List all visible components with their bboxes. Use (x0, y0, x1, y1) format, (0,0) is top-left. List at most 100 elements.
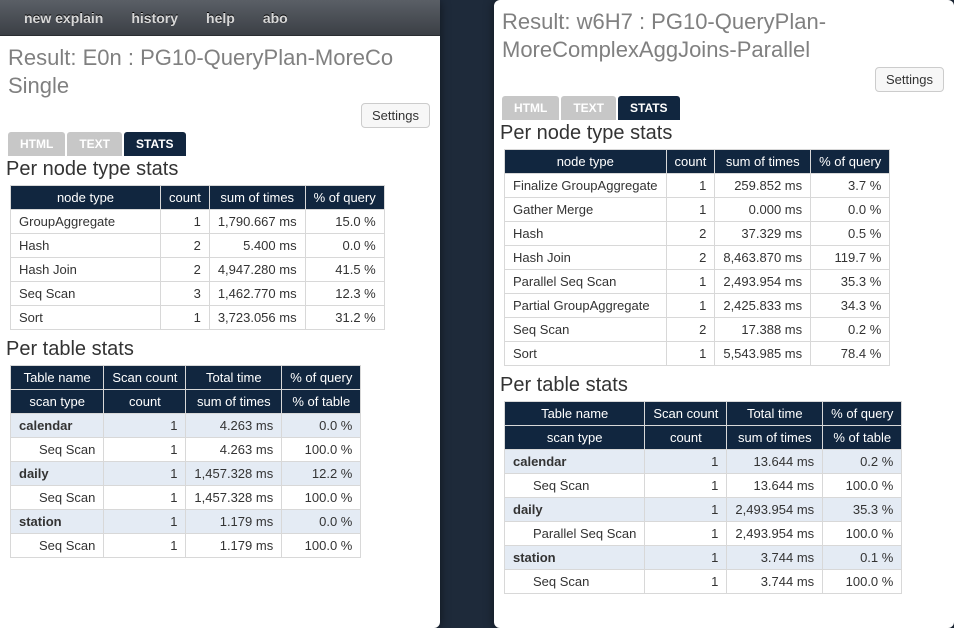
col-scan-count[interactable]: Scan count (645, 402, 727, 426)
cell-count: 3 (161, 282, 210, 306)
node-type-body-right: Finalize GroupAggregate1259.852 ms3.7 %G… (505, 174, 890, 366)
col-node-type[interactable]: node type (505, 150, 667, 174)
table-row: Sort15,543.985 ms78.4 % (505, 342, 890, 366)
cell-count: 2 (161, 258, 210, 282)
settings-button[interactable]: Settings (875, 67, 944, 92)
cell-count: 1 (666, 270, 715, 294)
cell-scan-count: 1 (645, 450, 727, 474)
cell-total-time: 1.179 ms (186, 510, 282, 534)
cell-pct-table: 100.0 % (823, 522, 902, 546)
cell-pct-table: 100.0 % (823, 474, 902, 498)
view-tabs: HTML TEXT STATS (0, 132, 440, 156)
table-row: station13.744 ms0.1 % (505, 546, 902, 570)
table-row: Parallel Seq Scan12,493.954 ms35.3 % (505, 270, 890, 294)
col-pct-table[interactable]: % of table (823, 426, 902, 450)
col-count2[interactable]: count (645, 426, 727, 450)
col-count[interactable]: count (666, 150, 715, 174)
result-panel-right: Result: w6H7 : PG10-QueryPlan-MoreComple… (494, 0, 954, 628)
table-row: station11.179 ms0.0 % (11, 510, 361, 534)
cell-pct-table: 100.0 % (282, 486, 361, 510)
cell-sum: 1,790.667 ms (209, 210, 305, 234)
nav-about[interactable]: abo (249, 4, 302, 32)
cell-total-time: 1,457.328 ms (186, 462, 282, 486)
nav-new-explain[interactable]: new explain (10, 4, 117, 32)
table-row: Seq Scan217.388 ms0.2 % (505, 318, 890, 342)
col-total-time[interactable]: Total time (186, 366, 282, 390)
cell-table-name: daily (11, 462, 104, 486)
tab-text[interactable]: TEXT (561, 96, 616, 120)
node-type-table: node type count sum of times % of query … (504, 149, 890, 366)
cell-pct: 35.3 % (811, 270, 890, 294)
cell-scan-count: 1 (104, 510, 186, 534)
col-sum2[interactable]: sum of times (727, 426, 823, 450)
col-pct[interactable]: % of query (811, 150, 890, 174)
col-pct-query[interactable]: % of query (823, 402, 902, 426)
tab-html[interactable]: HTML (502, 96, 559, 120)
cell-pct: 34.3 % (811, 294, 890, 318)
col-pct-table[interactable]: % of table (282, 390, 361, 414)
tab-text[interactable]: TEXT (67, 132, 122, 156)
section-per-node-header: Per node type stats (0, 158, 440, 185)
col-sum[interactable]: sum of times (209, 186, 305, 210)
cell-node-type: Sort (505, 342, 667, 366)
cell-count: 1 (104, 438, 186, 462)
cell-sum: 3.744 ms (727, 570, 823, 594)
cell-pct: 12.3 % (305, 282, 384, 306)
settings-button[interactable]: Settings (361, 103, 430, 128)
col-node-type[interactable]: node type (11, 186, 161, 210)
table-row: calendar14.263 ms0.0 % (11, 414, 361, 438)
col-table-name[interactable]: Table name (11, 366, 104, 390)
section-per-node-header: Per node type stats (494, 122, 954, 149)
cell-pct-query: 12.2 % (282, 462, 361, 486)
cell-sum: 2,425.833 ms (715, 294, 811, 318)
cell-pct: 0.0 % (305, 234, 384, 258)
col-sum[interactable]: sum of times (715, 150, 811, 174)
cell-sum: 1,457.328 ms (186, 486, 282, 510)
nav-history[interactable]: history (117, 4, 192, 32)
result-title: Result: E0n : PG10-QueryPlan-MoreCo Sing… (0, 36, 440, 101)
node-type-table: node type count sum of times % of query … (10, 185, 385, 330)
cell-sum: 17.388 ms (715, 318, 811, 342)
cell-count: 1 (645, 474, 727, 498)
cell-count: 1 (645, 570, 727, 594)
tab-stats[interactable]: STATS (124, 132, 186, 156)
tab-html[interactable]: HTML (8, 132, 65, 156)
cell-pct: 0.5 % (811, 222, 890, 246)
col-total-time[interactable]: Total time (727, 402, 823, 426)
top-nav: new explain history help abo (0, 0, 440, 36)
col-sum2[interactable]: sum of times (186, 390, 282, 414)
col-scan-count[interactable]: Scan count (104, 366, 186, 390)
cell-pct-query: 0.0 % (282, 510, 361, 534)
col-scan-type[interactable]: scan type (505, 426, 645, 450)
cell-sum: 1,462.770 ms (209, 282, 305, 306)
cell-sum: 259.852 ms (715, 174, 811, 198)
cell-node-type: Hash Join (505, 246, 667, 270)
per-table-body-right: calendar113.644 ms0.2 %Seq Scan113.644 m… (505, 450, 902, 594)
cell-sum: 4,947.280 ms (209, 258, 305, 282)
cell-sum: 2,493.954 ms (727, 522, 823, 546)
col-table-name[interactable]: Table name (505, 402, 645, 426)
cell-sum: 8,463.870 ms (715, 246, 811, 270)
col-count[interactable]: count (161, 186, 210, 210)
cell-scan-count: 1 (645, 498, 727, 522)
cell-pct: 78.4 % (811, 342, 890, 366)
cell-sum: 0.000 ms (715, 198, 811, 222)
cell-pct-query: 0.2 % (823, 450, 902, 474)
col-count2[interactable]: count (104, 390, 186, 414)
table-row: Parallel Seq Scan12,493.954 ms100.0 % (505, 522, 902, 546)
cell-table-name: station (505, 546, 645, 570)
col-scan-type[interactable]: scan type (11, 390, 104, 414)
cell-pct: 119.7 % (811, 246, 890, 270)
cell-scan-type: Seq Scan (11, 486, 104, 510)
col-pct-query[interactable]: % of query (282, 366, 361, 390)
col-pct[interactable]: % of query (305, 186, 384, 210)
cell-node-type: Seq Scan (505, 318, 667, 342)
table-row: GroupAggregate11,790.667 ms15.0 % (11, 210, 385, 234)
cell-pct-table: 100.0 % (282, 534, 361, 558)
cell-pct-table: 100.0 % (282, 438, 361, 462)
nav-help[interactable]: help (192, 4, 249, 32)
cell-total-time: 2,493.954 ms (727, 498, 823, 522)
tab-stats[interactable]: STATS (618, 96, 680, 120)
cell-node-type: Finalize GroupAggregate (505, 174, 667, 198)
cell-pct-table: 100.0 % (823, 570, 902, 594)
